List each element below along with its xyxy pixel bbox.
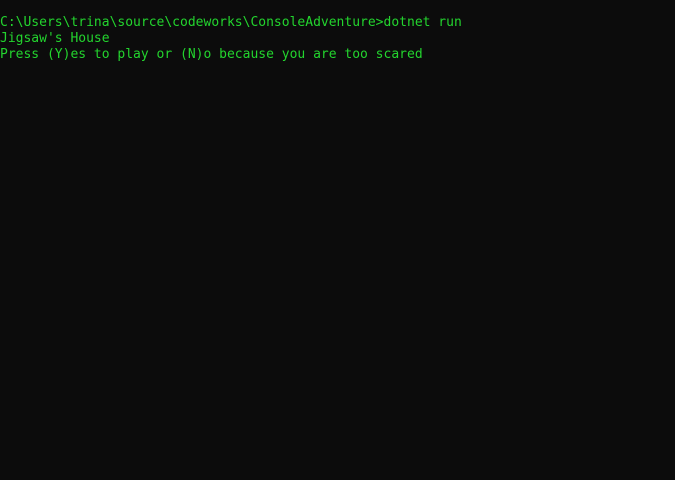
output-title-line: Jigsaw's House <box>0 31 110 46</box>
console-window[interactable]: C:\Users\trina\source\codeworks\ConsoleA… <box>0 0 675 480</box>
command-text: dotnet run <box>383 15 462 30</box>
prompt-path: C:\Users\trina\source\codeworks\ConsoleA… <box>0 15 384 30</box>
output-prompt-line: Press (Y)es to play or (N)o because you … <box>0 47 423 62</box>
command-line: C:\Users\trina\source\codeworks\ConsoleA… <box>0 15 675 31</box>
